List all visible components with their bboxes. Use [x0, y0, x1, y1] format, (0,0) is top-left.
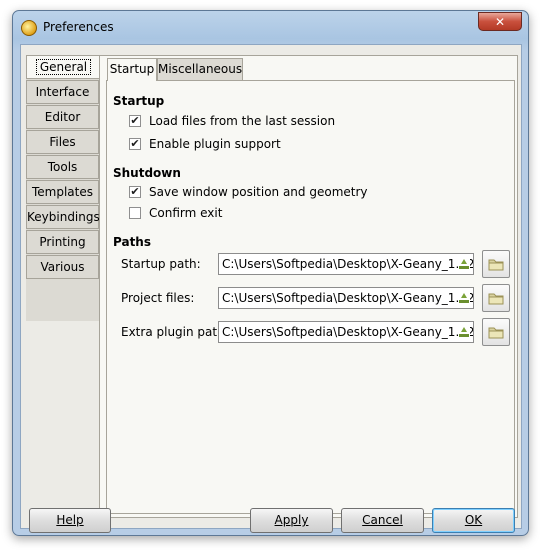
startup-path-input[interactable]: C:\Users\Softpedia\Desktop\X-Geany_1.22_… [218, 253, 474, 275]
extra-plugin-path-browse-button[interactable] [482, 318, 510, 346]
help-button-label: Help [56, 513, 84, 527]
sidebar-tabs: General Interface Editor Files Tools Tem… [26, 55, 100, 321]
sidebar-tab-keybindings[interactable]: Keybindings [26, 205, 100, 229]
extra-plugin-path-value: C:\Users\Softpedia\Desktop\X-Geany_1.22_… [222, 325, 474, 339]
startup-path-label: Startup path: [121, 257, 201, 271]
apply-button-label: Apply [274, 513, 309, 527]
load-files-label: Load files from the last session [149, 114, 336, 128]
sidebar-tab-general[interactable]: General [26, 55, 100, 79]
load-files-checkbox[interactable]: ✔ [129, 115, 141, 127]
startup-path-value: C:\Users\Softpedia\Desktop\X-Geany_1.22_… [222, 257, 474, 271]
paths-section-title: Paths [113, 235, 151, 249]
ok-button-label: OK [464, 513, 483, 527]
extra-plugin-path-input[interactable]: C:\Users\Softpedia\Desktop\X-Geany_1.22_… [218, 321, 474, 343]
sidebar-tab-printing[interactable]: Printing [26, 230, 99, 254]
cancel-button-label: Cancel [362, 513, 403, 527]
sidebar-tab-label: Interface [35, 85, 90, 99]
project-files-browse-button[interactable] [482, 284, 510, 312]
help-button[interactable]: Help [29, 508, 111, 533]
folder-icon [488, 327, 504, 339]
sidebar-tab-interface[interactable]: Interface [26, 80, 99, 104]
startup-section-title: Startup [113, 94, 165, 108]
folder-icon [488, 293, 504, 305]
save-geometry-checkbox[interactable]: ✔ [129, 186, 141, 198]
sidebar-tab-label: General [35, 59, 92, 75]
project-files-value: C:\Users\Softpedia\Desktop\X-Geany_1.22_… [222, 291, 474, 305]
geany-app-icon [21, 20, 37, 36]
shutdown-section-title: Shutdown [113, 166, 181, 180]
startup-tab-content: Startup ✔ Load files from the last sessi… [106, 80, 515, 514]
sidebar-tab-label: Files [49, 135, 76, 149]
close-button[interactable]: ✕ [478, 12, 522, 31]
folder-icon [488, 259, 504, 271]
sidebar-tab-label: Various [40, 260, 85, 274]
cancel-button[interactable]: Cancel [341, 508, 424, 533]
window-title: Preferences [43, 20, 114, 34]
clear-field-icon[interactable] [458, 292, 470, 304]
clear-field-icon[interactable] [458, 326, 470, 338]
save-geometry-label: Save window position and geometry [149, 185, 368, 199]
sidebar-tab-files[interactable]: Files [26, 130, 99, 154]
extra-plugin-path-label: Extra plugin path: [121, 325, 229, 339]
sidebar-tab-tools[interactable]: Tools [26, 155, 99, 179]
title-bar[interactable]: Preferences ✕ [13, 11, 528, 43]
plugin-support-checkbox[interactable]: ✔ [129, 138, 141, 150]
confirm-exit-checkbox[interactable] [129, 207, 141, 219]
project-files-input[interactable]: C:\Users\Softpedia\Desktop\X-Geany_1.22_… [218, 287, 474, 309]
dialog-body: General Interface Editor Files Tools Tem… [20, 44, 522, 533]
sidebar-tab-label: Tools [47, 160, 78, 174]
preferences-window: Preferences ✕ General Interface Editor F… [12, 10, 529, 536]
clear-field-icon[interactable] [458, 258, 470, 270]
sidebar-tab-various[interactable]: Various [26, 255, 99, 279]
ok-button[interactable]: OK [432, 508, 515, 533]
sidebar-tab-label: Templates [31, 185, 93, 199]
startup-path-browse-button[interactable] [482, 250, 510, 278]
confirm-exit-label: Confirm exit [149, 206, 223, 220]
plugin-support-label: Enable plugin support [149, 137, 281, 151]
sidebar-tab-label: Keybindings [27, 210, 100, 224]
sidebar-tab-templates[interactable]: Templates [26, 180, 99, 204]
project-files-label: Project files: [121, 291, 195, 305]
sidebar-tab-label: Printing [39, 235, 86, 249]
sidebar-tab-label: Editor [44, 110, 81, 124]
sidebar-tab-editor[interactable]: Editor [26, 105, 99, 129]
tab-startup[interactable]: Startup [107, 58, 157, 81]
apply-button[interactable]: Apply [250, 508, 333, 533]
tab-miscellaneous[interactable]: Miscellaneous [157, 58, 243, 80]
